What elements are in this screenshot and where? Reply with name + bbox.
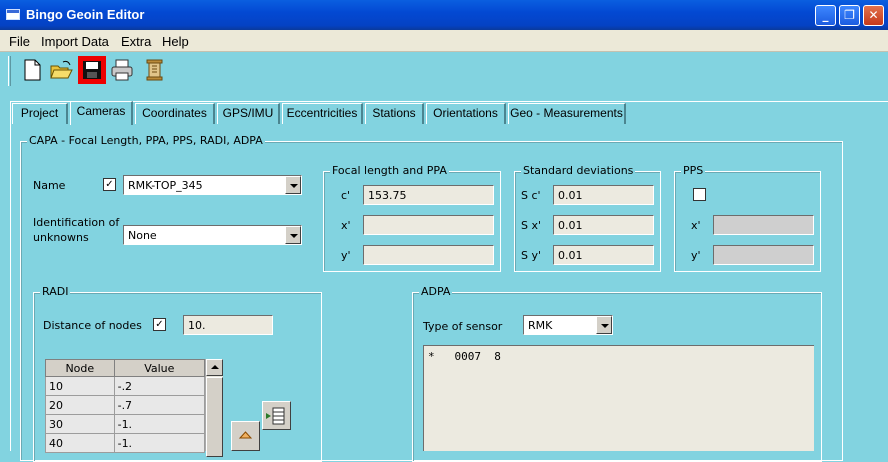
identification-label-line2: unknowns (33, 231, 89, 244)
ppa-y-label: y' (341, 249, 351, 262)
save-icon[interactable] (78, 56, 106, 84)
radi-legend: RADI (40, 285, 71, 298)
radi-table-scrollbar[interactable] (205, 359, 223, 457)
identification-select-value: None (128, 229, 157, 242)
std-x-input[interactable]: 0.01 (553, 215, 654, 235)
std-c-label: S c' (521, 189, 541, 202)
std-y-input[interactable]: 0.01 (553, 245, 654, 265)
chevron-down-icon[interactable] (596, 316, 612, 334)
column-header-node[interactable]: Node (45, 359, 115, 377)
capa-legend: CAPA - Focal Length, PPA, PPS, RADI, ADP… (27, 134, 265, 147)
chevron-down-icon[interactable] (285, 226, 301, 244)
open-folder-icon[interactable] (49, 58, 73, 82)
chevron-down-icon[interactable] (285, 176, 301, 194)
value-cell[interactable]: -1. (113, 414, 206, 434)
menu-help[interactable]: Help (162, 34, 189, 49)
table-row[interactable]: 20 -.7 (45, 395, 206, 415)
window-title: Bingo Geoin Editor (26, 7, 145, 22)
adpa-parameters-textarea[interactable]: * 0007 8 (423, 345, 814, 451)
scroll-up-arrow-icon[interactable] (206, 359, 223, 376)
menu-extra[interactable]: Extra (121, 34, 151, 49)
node-cell[interactable]: 40 (45, 433, 115, 453)
distance-of-nodes-input[interactable]: 10. (183, 315, 273, 335)
name-select[interactable]: RMK-TOP_345 (123, 175, 302, 195)
pps-legend: PPS (681, 164, 706, 177)
pps-checkbox[interactable] (693, 188, 706, 201)
distance-of-nodes-label: Distance of nodes (43, 319, 142, 332)
name-select-value: RMK-TOP_345 (128, 179, 203, 192)
insert-row-icon (266, 407, 285, 425)
insert-row-button[interactable] (262, 401, 291, 430)
type-of-sensor-select[interactable]: RMK (523, 315, 613, 335)
value-cell[interactable]: -.2 (113, 376, 206, 396)
focal-c-label: c' (341, 189, 351, 202)
menu-file[interactable]: File (9, 34, 30, 49)
title-bar[interactable]: Bingo Geoin Editor _ ❐ ✕ (0, 0, 888, 30)
type-of-sensor-label: Type of sensor (423, 320, 503, 333)
identification-label-line1: Identification of (33, 216, 120, 229)
main-window: Bingo Geoin Editor _ ❐ ✕ File Import Dat… (0, 0, 888, 462)
pps-y-input[interactable] (713, 245, 814, 265)
table-row[interactable]: 40 -1. (45, 433, 206, 453)
std-c-input[interactable]: 0.01 (553, 185, 654, 205)
scroll-document-icon[interactable] (142, 58, 166, 82)
table-row[interactable]: 30 -1. (45, 414, 206, 434)
menu-import-data[interactable]: Import Data (41, 34, 109, 49)
print-icon[interactable] (110, 58, 134, 82)
focal-c-input[interactable]: 153.75 (363, 185, 494, 205)
identification-select[interactable]: None (123, 225, 302, 245)
name-checkbox[interactable]: ✓ (103, 178, 116, 191)
column-header-value[interactable]: Value (113, 359, 206, 377)
adpa-legend: ADPA (419, 285, 453, 298)
ppa-y-input[interactable] (363, 245, 494, 265)
pps-x-input[interactable] (713, 215, 814, 235)
radi-table-header: Node Value (45, 359, 206, 377)
move-up-button[interactable] (231, 421, 260, 451)
scrollbar-thumb[interactable] (206, 377, 223, 457)
focal-length-legend: Focal length and PPA (330, 164, 449, 177)
toolbar (0, 52, 888, 92)
minimize-button[interactable]: _ (815, 5, 836, 26)
toolbar-grip[interactable] (8, 56, 11, 86)
node-cell[interactable]: 10 (45, 376, 115, 396)
menu-bar: File Import Data Extra Help (0, 30, 888, 52)
node-cell[interactable]: 20 (45, 395, 115, 415)
ppa-x-label: x' (341, 219, 351, 232)
maximize-button[interactable]: ❐ (839, 5, 860, 26)
value-cell[interactable]: -1. (113, 433, 206, 453)
std-x-label: S x' (521, 219, 542, 232)
type-of-sensor-value: RMK (528, 319, 553, 332)
radi-table: Node Value 10 -.2 20 -.7 30 -1. 40 -1. (45, 359, 206, 453)
close-button[interactable]: ✕ (863, 5, 884, 26)
std-y-label: S y' (521, 249, 542, 262)
new-file-icon[interactable] (20, 58, 44, 82)
value-cell[interactable]: -.7 (113, 395, 206, 415)
triangle-up-icon (238, 431, 253, 439)
tab-cameras[interactable]: Cameras (70, 101, 133, 125)
ppa-x-input[interactable] (363, 215, 494, 235)
standard-deviations-legend: Standard deviations (521, 164, 636, 177)
pps-y-label: y' (691, 249, 701, 262)
pps-x-label: x' (691, 219, 701, 232)
app-window-icon (6, 9, 20, 20)
distance-of-nodes-checkbox[interactable]: ✓ (153, 318, 166, 331)
name-label: Name (33, 179, 66, 192)
table-row[interactable]: 10 -.2 (45, 376, 206, 396)
node-cell[interactable]: 30 (45, 414, 115, 434)
